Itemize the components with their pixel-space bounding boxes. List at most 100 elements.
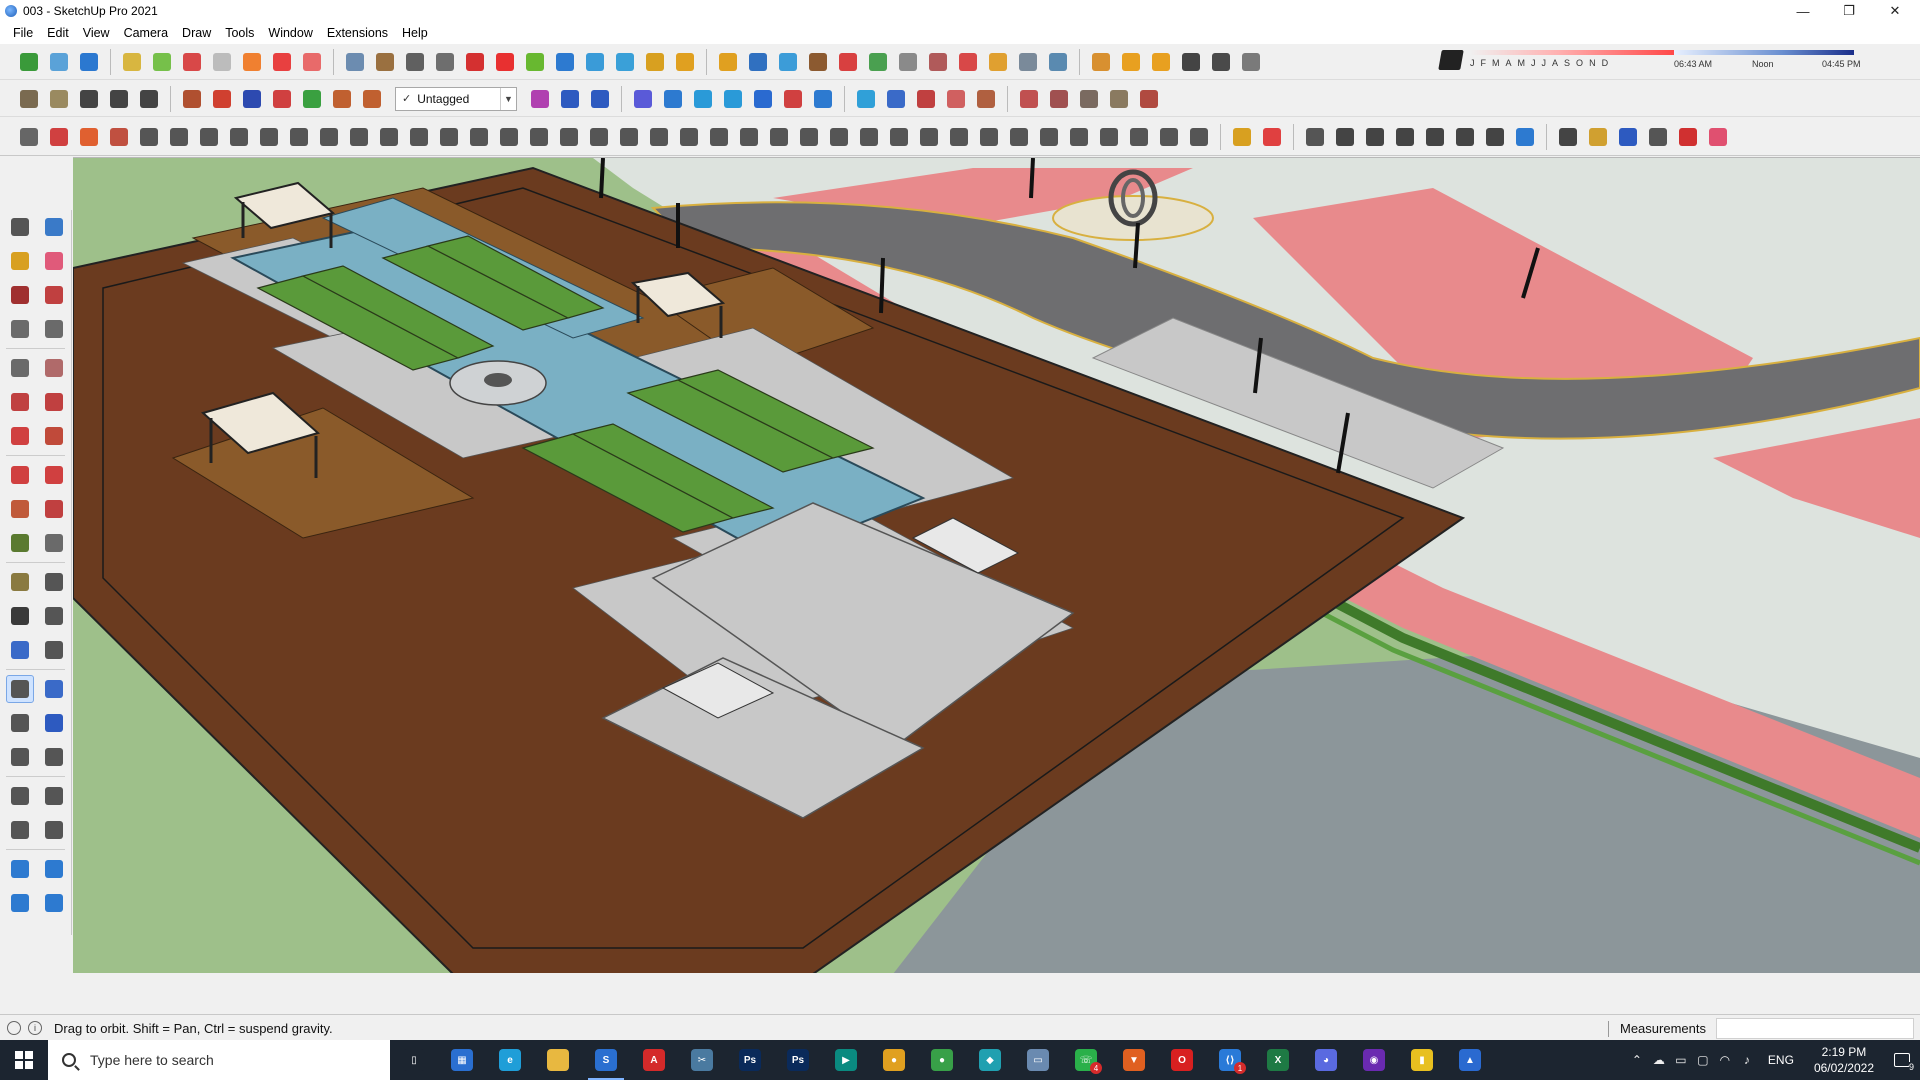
menu-camera[interactable]: Camera	[117, 22, 175, 44]
toolbar3-tool-22-button[interactable]	[646, 124, 672, 150]
toolbar3-tool-4-button[interactable]	[106, 124, 132, 150]
toolbar3-tool-28-button[interactable]	[826, 124, 852, 150]
menu-edit[interactable]: Edit	[40, 22, 76, 44]
toolbar1-tool-5-button[interactable]	[149, 49, 175, 75]
menu-extensions[interactable]: Extensions	[320, 22, 395, 44]
start-button[interactable]	[0, 1040, 48, 1080]
taskbar-opera-button[interactable]: O	[1158, 1040, 1206, 1080]
toolbar1-tool-26-button[interactable]	[805, 49, 831, 75]
battery-icon[interactable]: ▭	[1670, 1053, 1692, 1067]
toolbar3-tool-36-button[interactable]	[1066, 124, 1092, 150]
toolbar3-tool-54-button[interactable]	[1645, 124, 1671, 150]
zoom-window-tool-button[interactable]	[40, 709, 68, 737]
pie-tool-button[interactable]	[40, 422, 68, 450]
toolbar3-tool-13-button[interactable]	[376, 124, 402, 150]
toolbar3-tool-45-button[interactable]	[1362, 124, 1388, 150]
toolbar1-tool-38-button[interactable]	[1178, 49, 1204, 75]
zoom-extents-tool-button[interactable]	[6, 743, 34, 771]
3d-text-tool-button[interactable]	[40, 636, 68, 664]
toolbar3-tool-47-button[interactable]	[1422, 124, 1448, 150]
toolbar3-tool-10-button[interactable]	[286, 124, 312, 150]
follow-me-tool-button[interactable]	[40, 495, 68, 523]
dimension-tool-button[interactable]	[40, 568, 68, 596]
freehand-tool-button[interactable]	[40, 281, 68, 309]
toolbar3-tool-46-button[interactable]	[1392, 124, 1418, 150]
toolbar2-tool-8-button[interactable]	[239, 86, 265, 112]
toolbar2-tool-22-button[interactable]	[810, 86, 836, 112]
toolbar1-tool-34-button[interactable]	[1045, 49, 1071, 75]
toolbar3-tool-9-button[interactable]	[256, 124, 282, 150]
toolbar2-tool-4-button[interactable]	[106, 86, 132, 112]
taskbar-chrome-button[interactable]: ●	[870, 1040, 918, 1080]
taskbar-app-purple-button[interactable]: ◉	[1350, 1040, 1398, 1080]
toolbar1-tool-27-button[interactable]	[835, 49, 861, 75]
volume-icon[interactable]: ♪	[1736, 1053, 1758, 1067]
toolbar1-tool-10-button[interactable]	[299, 49, 325, 75]
language-indicator[interactable]: ENG	[1768, 1053, 1794, 1067]
shadows-toggle-icon[interactable]	[1438, 50, 1464, 70]
toolbar3-tool-29-button[interactable]	[856, 124, 882, 150]
wifi-icon[interactable]: ◠	[1714, 1053, 1736, 1067]
toolbar3-tool-56-button[interactable]	[1705, 124, 1731, 150]
toolbar3-tool-1-button[interactable]	[16, 124, 42, 150]
chevron-down-icon[interactable]: ▼	[500, 87, 516, 110]
taskbar-task-view-button[interactable]: ▯	[390, 1040, 438, 1080]
toolbar3-tool-17-button[interactable]	[496, 124, 522, 150]
toolbar2-tool-23-button[interactable]	[853, 86, 879, 112]
section-plane-tool-button[interactable]	[40, 816, 68, 844]
taskbar-brave-button[interactable]: ▼	[1110, 1040, 1158, 1080]
restore-button[interactable]: ❐	[1826, 0, 1872, 22]
toolbar2-tool-9-button[interactable]	[269, 86, 295, 112]
rotate-tool-button[interactable]	[6, 495, 34, 523]
taskbar-app-cyan-button[interactable]: ◆	[966, 1040, 1014, 1080]
toolbar2-tool-20-button[interactable]	[750, 86, 776, 112]
toolbar3-tool-6-button[interactable]	[166, 124, 192, 150]
toolbar1-tool-7-button[interactable]	[209, 49, 235, 75]
minimize-button[interactable]: —	[1780, 0, 1826, 22]
tag-dropdown[interactable]: ✓ Untagged ▼	[395, 86, 517, 111]
toolbar3-tool-23-button[interactable]	[676, 124, 702, 150]
close-button[interactable]: ✕	[1872, 0, 1918, 22]
toolbar3-tool-8-button[interactable]	[226, 124, 252, 150]
notification-center-button[interactable]: 9	[1884, 1040, 1920, 1080]
toolbar1-tool-6-button[interactable]	[179, 49, 205, 75]
toolbar3-tool-49-button[interactable]	[1482, 124, 1508, 150]
toolbar1-tool-14-button[interactable]	[432, 49, 458, 75]
line-tool-button[interactable]	[6, 281, 34, 309]
toolbar2-tool-28-button[interactable]	[1016, 86, 1042, 112]
toolbar1-tool-12-button[interactable]	[372, 49, 398, 75]
menu-tools[interactable]: Tools	[218, 22, 261, 44]
offset-tool-button[interactable]	[40, 529, 68, 557]
toolbar1-tool-24-button[interactable]	[745, 49, 771, 75]
toolbar3-tool-25-button[interactable]	[736, 124, 762, 150]
taskbar-sketchup-button[interactable]: S	[582, 1040, 630, 1080]
toolbar2-tool-13-button[interactable]	[527, 86, 553, 112]
component-tool-button[interactable]	[40, 213, 68, 241]
toolbar3-tool-16-button[interactable]	[466, 124, 492, 150]
toolbar2-tool-30-button[interactable]	[1076, 86, 1102, 112]
taskbar-discord-button[interactable]: ◕	[1302, 1040, 1350, 1080]
toolbar1-tool-8-button[interactable]	[239, 49, 265, 75]
toolbar1-tool-30-button[interactable]	[925, 49, 951, 75]
protractor-tool-button[interactable]	[6, 602, 34, 630]
toolbar1-tool-36-button[interactable]	[1118, 49, 1144, 75]
toolbar1-tool-1-button[interactable]	[16, 49, 42, 75]
taskbar-chrome-2-button[interactable]: ●	[918, 1040, 966, 1080]
polygon-tool-button[interactable]	[40, 354, 68, 382]
zoom-tool-button[interactable]	[6, 709, 34, 737]
taskbar-edge-button[interactable]: e	[486, 1040, 534, 1080]
toolbar2-tool-26-button[interactable]	[943, 86, 969, 112]
rectangle-tool-button[interactable]	[6, 315, 34, 343]
toolbar2-tool-16-button[interactable]	[630, 86, 656, 112]
toolbar3-tool-11-button[interactable]	[316, 124, 342, 150]
chevron-up-icon[interactable]: ⌃	[1626, 1053, 1648, 1067]
toolbar1-tool-21-button[interactable]	[642, 49, 668, 75]
toolbar2-tool-19-button[interactable]	[720, 86, 746, 112]
toolbar3-tool-21-button[interactable]	[616, 124, 642, 150]
previous-view-tool-button[interactable]	[40, 743, 68, 771]
toolbar1-tool-3-button[interactable]	[76, 49, 102, 75]
toolbar2-tool-5-button[interactable]	[136, 86, 162, 112]
toolbar2-tool-1-button[interactable]	[16, 86, 42, 112]
toolbar1-tool-15-button[interactable]	[462, 49, 488, 75]
toolbar2-tool-29-button[interactable]	[1046, 86, 1072, 112]
